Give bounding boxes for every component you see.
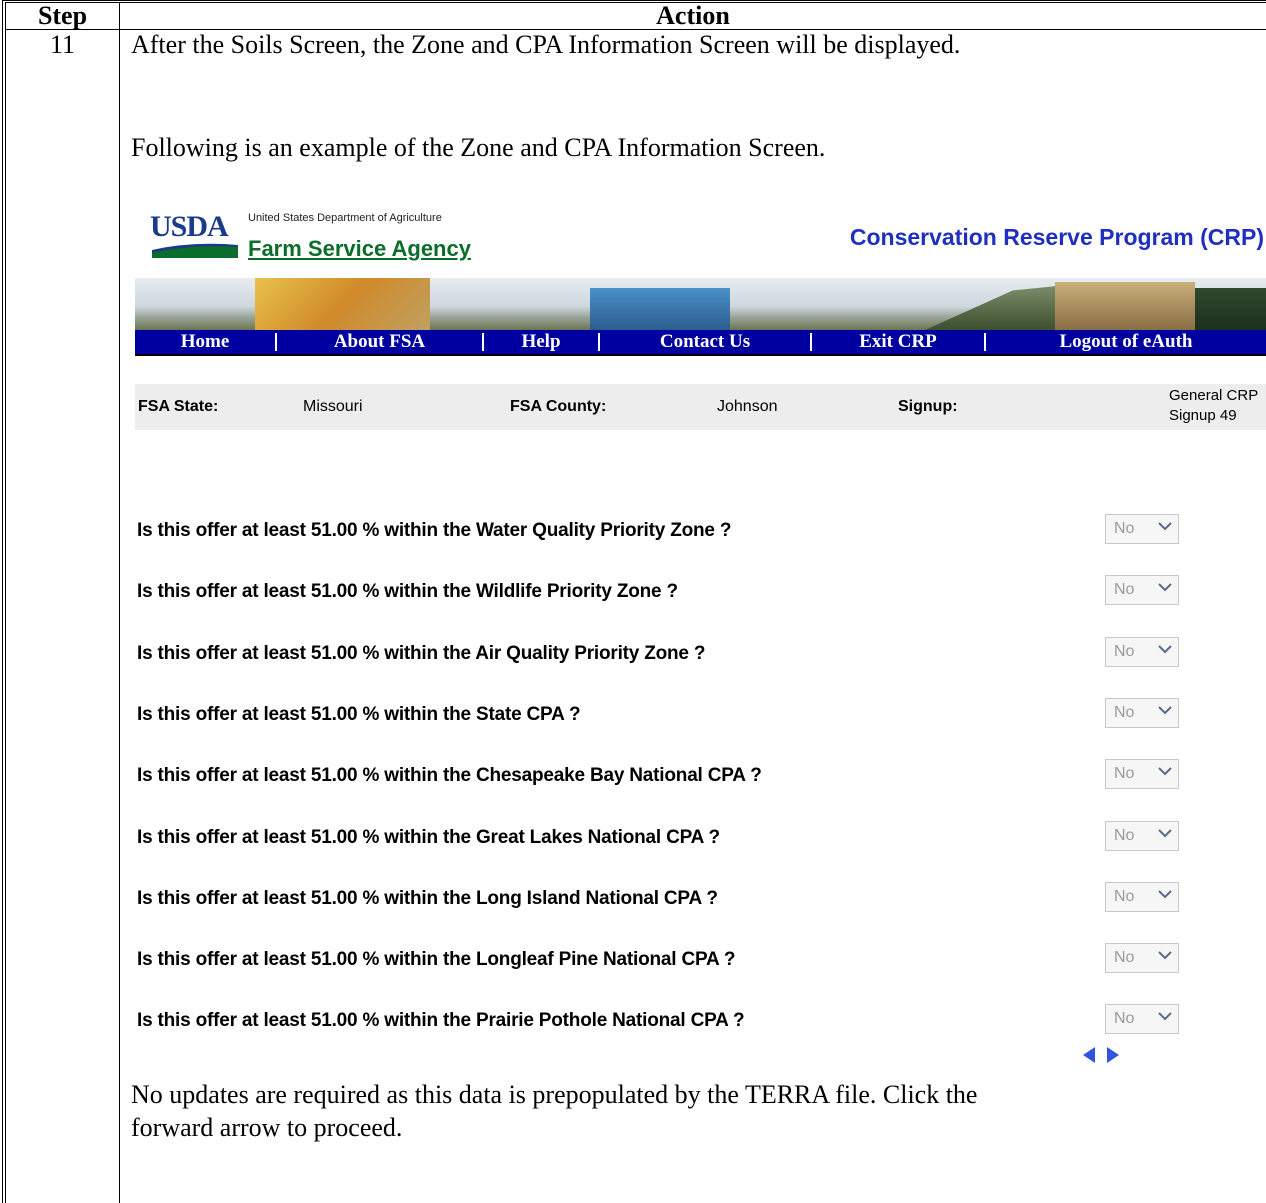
question-text: Is this offer at least 51.00 % within th… — [137, 643, 706, 664]
priority-select[interactable]: No — [1105, 759, 1179, 789]
priority-select[interactable]: No — [1105, 1004, 1179, 1034]
select-value: No — [1114, 1010, 1135, 1027]
chevron-down-icon — [1158, 1012, 1172, 1021]
nav-logout[interactable]: Logout of eAuth — [986, 331, 1266, 353]
app-screenshot: USDA United States Department of Agricul… — [120, 190, 1266, 1070]
nav-about-fsa[interactable]: About FSA — [277, 331, 482, 353]
chevron-down-icon — [1158, 829, 1172, 838]
select-value: No — [1114, 765, 1135, 782]
select-value: No — [1114, 949, 1135, 966]
question-text: Is this offer at least 51.00 % within th… — [137, 765, 762, 786]
signup-value-line1: General CRP — [1169, 387, 1259, 404]
paragraph-instructions-line2: forward arrow to proceed. — [131, 1113, 403, 1142]
question-row: Is this offer at least 51.00 % within th… — [137, 514, 1266, 546]
paragraph-instructions-line1: No updates are required as this data is … — [131, 1080, 978, 1109]
chevron-down-icon — [1158, 706, 1172, 715]
info-bar: FSA State: Missouri FSA County: Johnson … — [135, 384, 1266, 430]
state-label: FSA State: — [138, 398, 219, 415]
question-text: Is this offer at least 51.00 % within th… — [137, 520, 732, 541]
signup-label: Signup: — [898, 398, 958, 415]
priority-select[interactable]: No — [1105, 514, 1179, 544]
banner-photo-people — [1055, 282, 1195, 330]
question-text: Is this offer at least 51.00 % within th… — [137, 1010, 745, 1031]
question-row: Is this offer at least 51.00 % within th… — [137, 1004, 1266, 1036]
forward-arrow-icon[interactable] — [1107, 1047, 1119, 1063]
county-label: FSA County: — [510, 398, 607, 415]
question-text: Is this offer at least 51.00 % within th… — [137, 581, 678, 602]
banner-photo-trees — [1195, 288, 1266, 330]
chevron-down-icon — [1158, 951, 1172, 960]
nav-contact-us[interactable]: Contact Us — [600, 331, 810, 353]
paragraph-example: Following is an example of the Zone and … — [131, 133, 826, 162]
priority-select[interactable]: No — [1105, 698, 1179, 728]
nav-help[interactable]: Help — [484, 331, 598, 353]
chevron-down-icon — [1158, 890, 1172, 899]
select-value: No — [1114, 827, 1135, 844]
table-header: Step Action — [6, 3, 1266, 30]
usda-swoosh-icon — [152, 243, 238, 258]
question-row: Is this offer at least 51.00 % within th… — [137, 575, 1266, 607]
select-value: No — [1114, 643, 1135, 660]
select-value: No — [1114, 581, 1135, 598]
question-text: Is this offer at least 51.00 % within th… — [137, 704, 581, 725]
chevron-down-icon — [1158, 583, 1172, 592]
priority-select[interactable]: No — [1105, 821, 1179, 851]
state-value: Missouri — [303, 398, 363, 415]
priority-select[interactable]: No — [1105, 882, 1179, 912]
nav-home[interactable]: Home — [135, 331, 275, 353]
question-row: Is this offer at least 51.00 % within th… — [137, 637, 1266, 669]
header-step: Step — [6, 3, 120, 29]
usda-logo: USDA — [150, 210, 229, 243]
question-text: Is this offer at least 51.00 % within th… — [137, 888, 718, 909]
banner-photo-fruit — [255, 278, 430, 330]
question-text: Is this offer at least 51.00 % within th… — [137, 949, 736, 970]
department-name: United States Department of Agriculture — [248, 212, 442, 224]
signup-value-line2: Signup 49 — [1169, 407, 1237, 424]
chevron-down-icon — [1158, 522, 1172, 531]
banner-photo-water — [590, 288, 730, 330]
step-number: 11 — [49, 30, 76, 59]
signup-value: General CRP Signup 49 — [1169, 386, 1258, 426]
agency-link[interactable]: Farm Service Agency — [248, 236, 471, 262]
question-text: Is this offer at least 51.00 % within th… — [137, 827, 720, 848]
select-value: No — [1114, 704, 1135, 721]
photo-banner — [135, 278, 1266, 330]
question-row: Is this offer at least 51.00 % within th… — [137, 943, 1266, 975]
select-value: No — [1114, 520, 1135, 537]
paragraph-intro: After the Soils Screen, the Zone and CPA… — [131, 30, 961, 59]
chevron-down-icon — [1158, 645, 1172, 654]
question-row: Is this offer at least 51.00 % within th… — [137, 698, 1266, 730]
chevron-down-icon — [1158, 767, 1172, 776]
nav-bar: Home About FSA Help Contact Us Exit CRP … — [135, 330, 1266, 356]
priority-select[interactable]: No — [1105, 637, 1179, 667]
select-value: No — [1114, 888, 1135, 905]
priority-select[interactable]: No — [1105, 943, 1179, 973]
program-title: Conservation Reserve Program (CRP) — [849, 224, 1264, 250]
nav-exit-crp[interactable]: Exit CRP — [812, 331, 984, 353]
question-row: Is this offer at least 51.00 % within th… — [137, 821, 1266, 853]
question-row: Is this offer at least 51.00 % within th… — [137, 882, 1266, 914]
county-value: Johnson — [717, 398, 778, 415]
header-action: Action — [656, 1, 730, 30]
priority-select[interactable]: No — [1105, 575, 1179, 605]
back-arrow-icon[interactable] — [1083, 1047, 1095, 1063]
question-row: Is this offer at least 51.00 % within th… — [137, 759, 1266, 791]
